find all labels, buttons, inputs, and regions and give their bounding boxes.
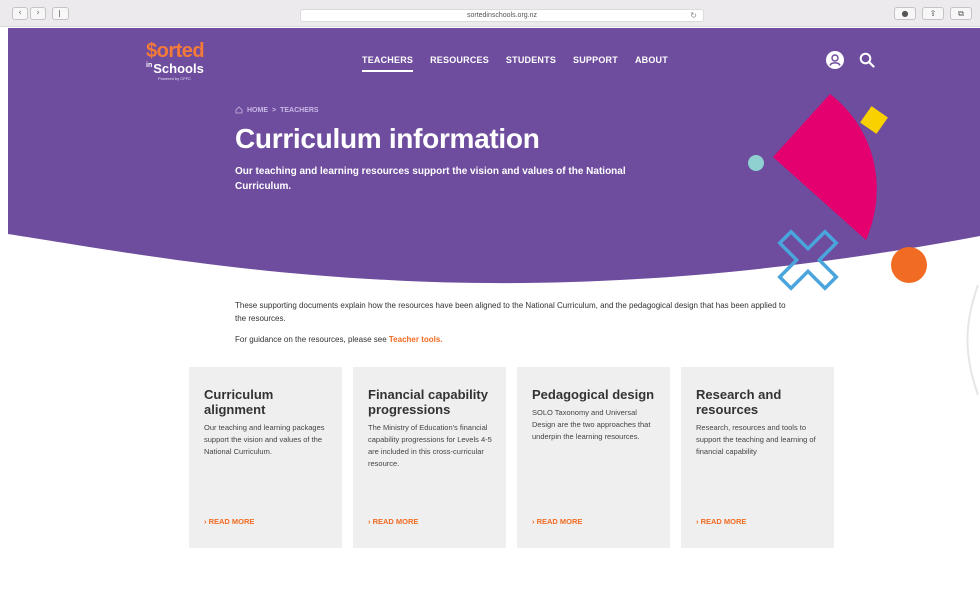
reload-icon[interactable]: ↻	[690, 10, 697, 21]
card-curriculum-alignment[interactable]: Curriculum alignment Our teaching and le…	[189, 367, 342, 548]
nav-item-about[interactable]: ABOUT	[635, 55, 668, 72]
card-title: Pedagogical design	[532, 387, 655, 402]
nav-item-support[interactable]: SUPPORT	[573, 55, 618, 72]
breadcrumb: HOME > TEACHERS	[235, 106, 319, 114]
card-title: Financial capability progressions	[368, 387, 488, 417]
card-body: The Ministry of Education's financial ca…	[368, 423, 492, 468]
back-button[interactable]: ‹	[12, 7, 28, 20]
search-icon[interactable]	[859, 52, 875, 73]
read-more-link[interactable]: › READ MORE	[532, 517, 582, 526]
read-more-label: READ MORE	[208, 517, 255, 526]
info-cards: Curriculum alignment Our teaching and le…	[189, 367, 834, 548]
logo-in: in	[146, 62, 153, 69]
read-more-link[interactable]: › READ MORE	[204, 517, 254, 526]
url-text: sortedinschools.org.nz	[466, 12, 538, 19]
user-account-icon[interactable]	[826, 51, 844, 69]
nav-item-resources[interactable]: RESOURCES	[430, 55, 489, 72]
home-icon	[235, 106, 243, 114]
tabs-icon[interactable]: ⧉	[950, 7, 972, 20]
nav-item-students[interactable]: STUDENTS	[506, 55, 556, 72]
nav-item-teachers[interactable]: TEACHERS	[362, 55, 414, 72]
logo-sorted: $orted	[146, 40, 205, 62]
address-bar[interactable]: sortedinschools.org.nz ↻	[300, 9, 704, 22]
breadcrumb-current: TEACHERS	[280, 106, 319, 114]
breadcrumb-home[interactable]: HOME	[247, 107, 268, 114]
main-navigation: TEACHERS RESOURCES STUDENTS SUPPORT ABOU…	[362, 55, 668, 72]
share-icon[interactable]: ⇪	[922, 7, 944, 20]
card-body: SOLO Taxonomy and Universal Design are t…	[532, 408, 651, 441]
card-financial-capability-progressions[interactable]: Financial capability progressions The Mi…	[353, 367, 506, 548]
read-more-label: READ MORE	[536, 517, 583, 526]
card-body: Research, resources and tools to support…	[696, 423, 816, 456]
page-title: Curriculum information	[235, 123, 540, 154]
card-research-and-resources[interactable]: Research and resources Research, resourc…	[681, 367, 834, 548]
info-icon[interactable]: ●	[894, 7, 916, 20]
teacher-tools-link[interactable]: Teacher tools.	[389, 335, 443, 344]
read-more-link[interactable]: › READ MORE	[696, 517, 746, 526]
card-title: Research and resources	[696, 387, 782, 417]
card-title: Curriculum alignment	[204, 387, 274, 417]
guidance-text: For guidance on the resources, please se…	[235, 335, 443, 344]
hero-section: $orted inSchools Powered by CFFC TEACHER…	[8, 28, 980, 288]
sidebar-toggle-button[interactable]	[52, 7, 69, 20]
read-more-link[interactable]: › READ MORE	[368, 517, 418, 526]
intro-text: These supporting documents explain how t…	[235, 301, 786, 323]
card-body: Our teaching and learning packages suppo…	[204, 423, 325, 456]
site-logo[interactable]: $orted inSchools Powered by CFFC	[146, 40, 205, 81]
logo-powered-by: Powered by CFFC	[158, 76, 191, 81]
toolbar-right-buttons: ● ⇪ ⧉	[894, 7, 972, 20]
read-more-label: READ MORE	[372, 517, 419, 526]
breadcrumb-separator: >	[272, 106, 277, 114]
guidance-prefix: For guidance on the resources, please se…	[235, 335, 389, 344]
gray-arc-shape	[966, 284, 979, 396]
page-subtitle: Our teaching and learning resources supp…	[235, 166, 626, 192]
card-pedagogical-design[interactable]: Pedagogical design SOLO Taxonomy and Uni…	[517, 367, 670, 548]
history-buttons: ‹ ›	[12, 7, 46, 20]
logo-schools: inSchools	[146, 61, 204, 76]
read-more-label: READ MORE	[700, 517, 747, 526]
forward-button[interactable]: ›	[30, 7, 46, 20]
browser-toolbar: ‹ › sortedinschools.org.nz ↻ ● ⇪ ⧉	[0, 0, 980, 27]
logo-schools-text: Schools	[153, 61, 204, 76]
